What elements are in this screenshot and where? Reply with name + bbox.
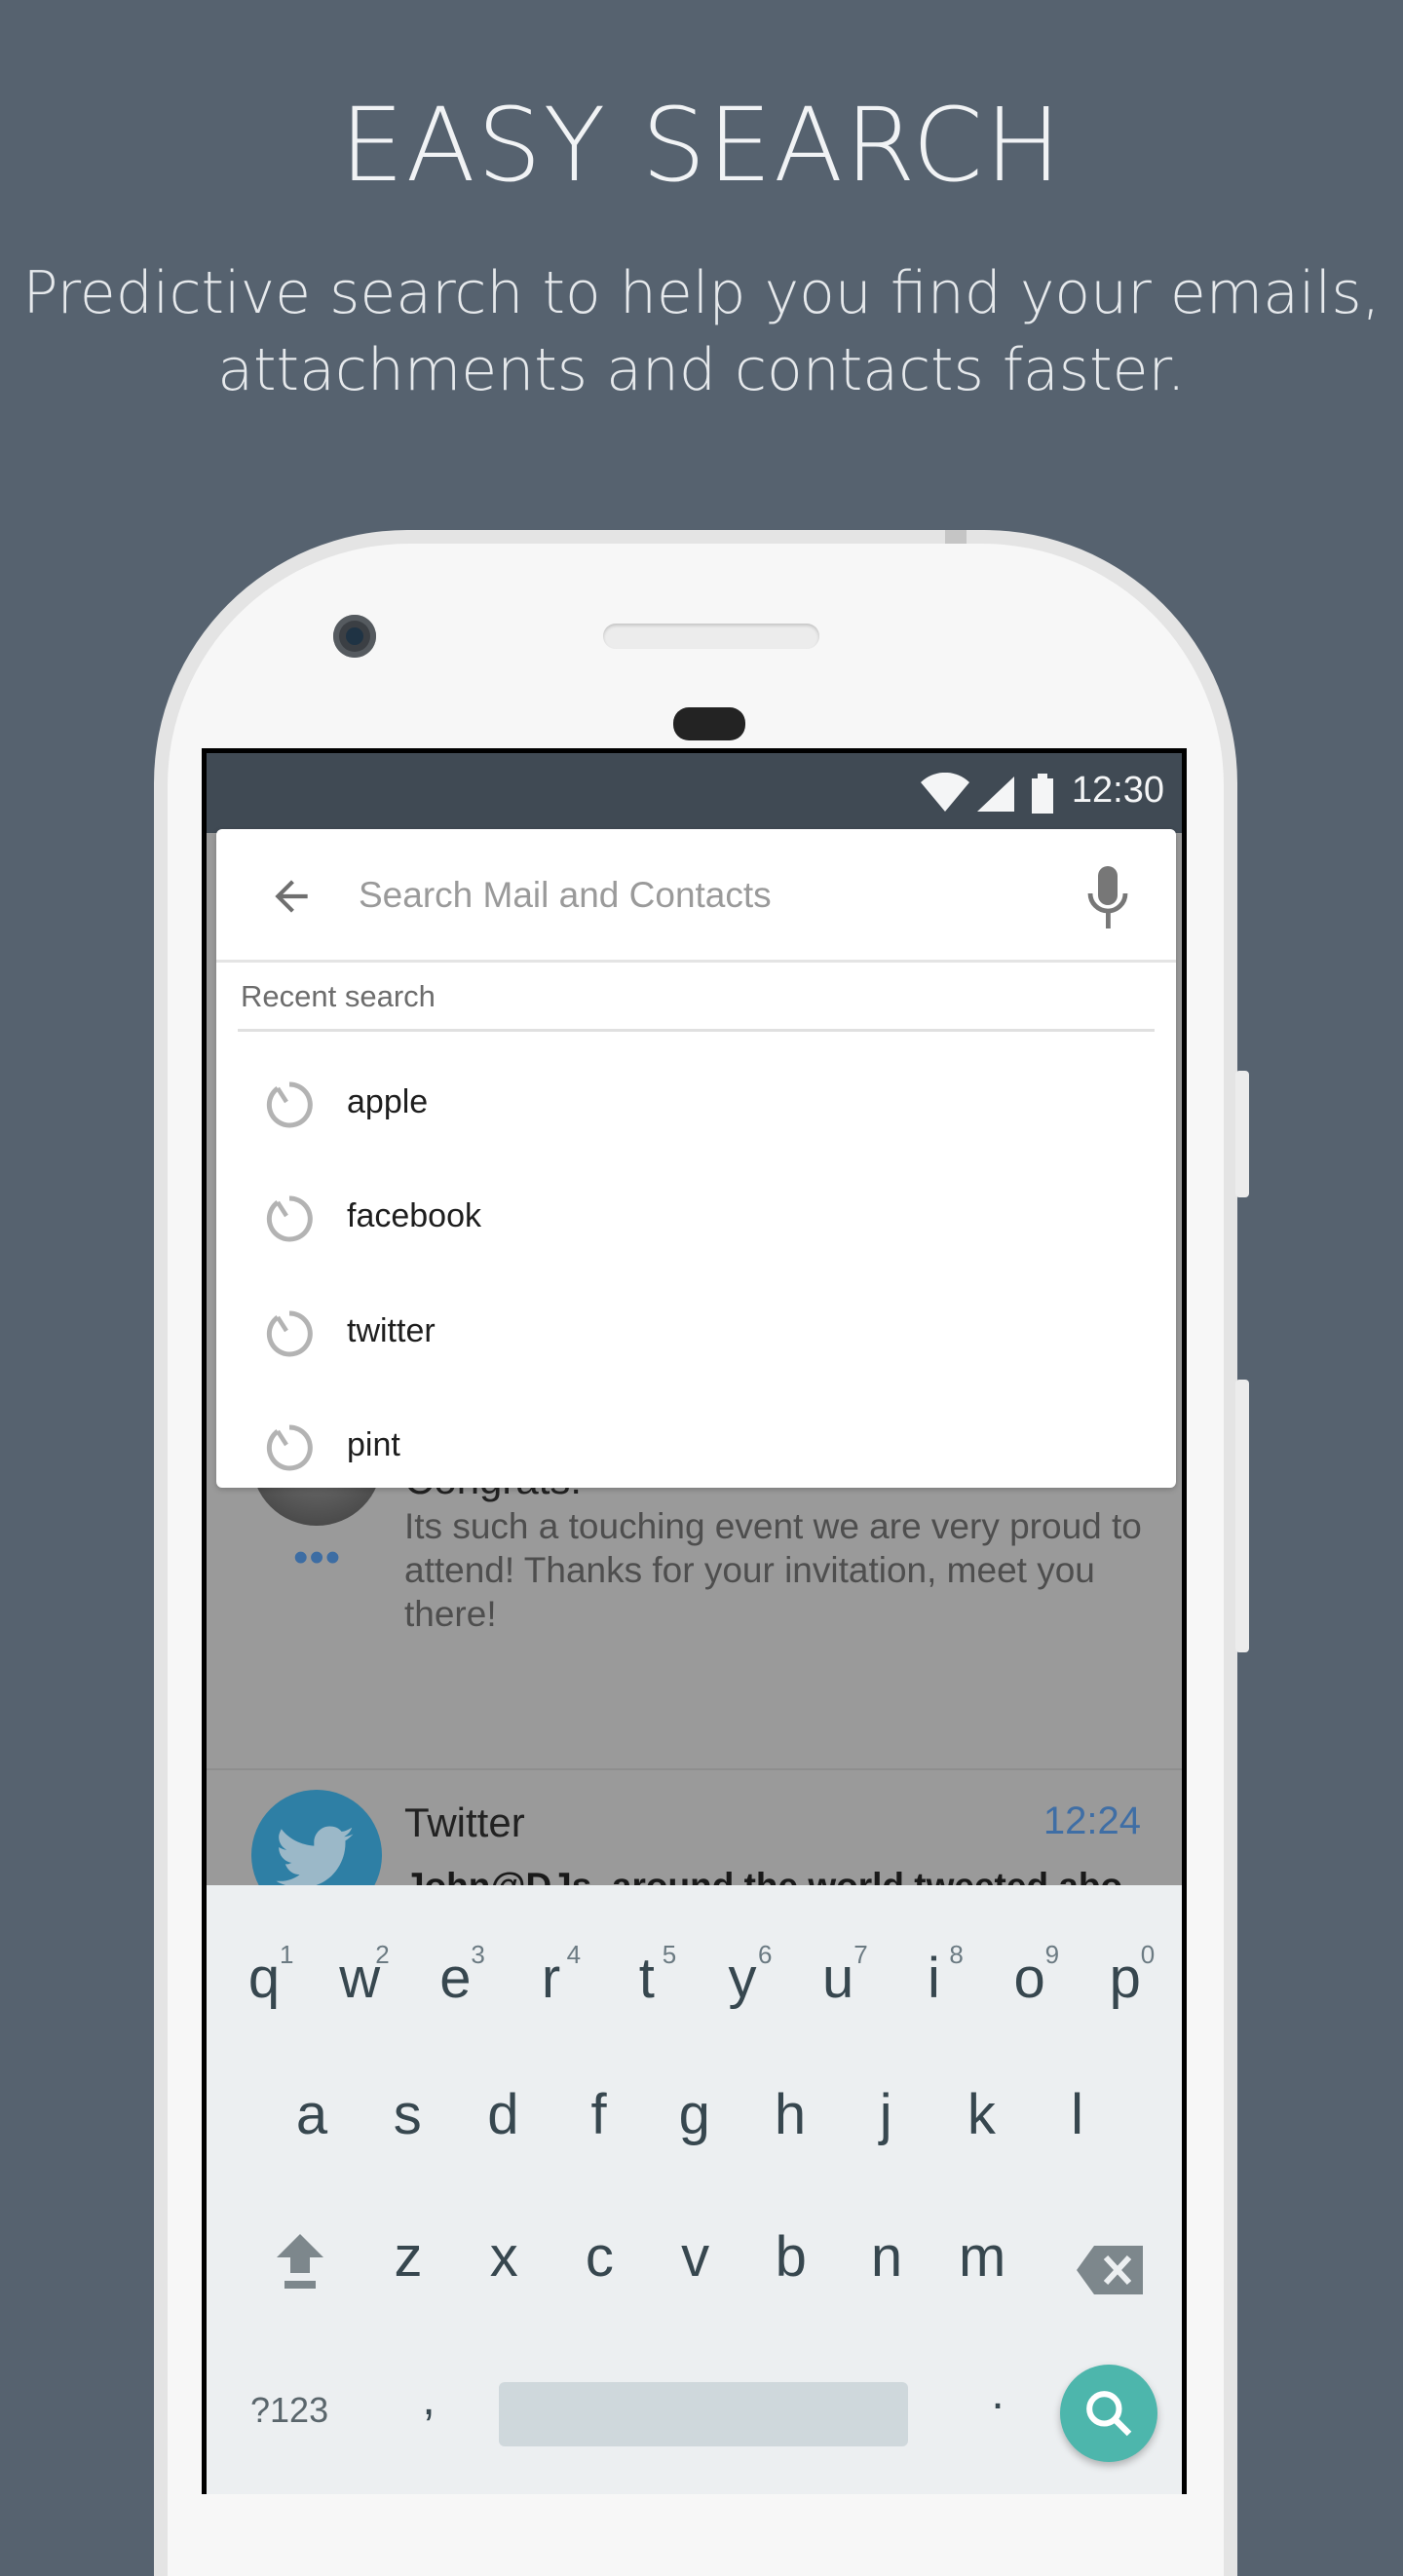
search-bar (216, 829, 1176, 963)
key-s[interactable]: s (368, 2082, 446, 2147)
key-a[interactable]: a (273, 2082, 351, 2147)
key-c[interactable]: c (560, 2224, 638, 2290)
symbols-key[interactable]: ?123 (250, 2390, 328, 2431)
key-number-hint: 3 (471, 1940, 485, 1969)
key-b[interactable]: b (752, 2224, 830, 2290)
app-content: 12:30 Congrats! ••• Its such a touching … (207, 753, 1182, 2494)
history-icon (266, 1424, 313, 1471)
promo-title: EASY SEARCH (339, 86, 1064, 205)
key-k[interactable]: k (942, 2082, 1020, 2147)
more-options-icon[interactable]: ••• (293, 1536, 341, 1579)
key-x[interactable]: x (465, 2224, 543, 2290)
power-button (1235, 1380, 1249, 1652)
recent-search-header: Recent search (241, 979, 436, 1013)
cell-signal-icon (977, 777, 1014, 812)
comma-key[interactable]: , (390, 2372, 468, 2426)
recent-search-item[interactable]: twitter (216, 1277, 1176, 1390)
key-number-hint: 6 (758, 1940, 773, 1969)
history-icon (266, 1310, 313, 1357)
recent-search-item[interactable]: pint (216, 1391, 1176, 1504)
proximity-sensor (673, 707, 745, 740)
key-number-hint: 9 (1044, 1940, 1060, 1969)
history-icon (266, 1081, 313, 1128)
search-input[interactable] (357, 864, 1043, 927)
key-v[interactable]: v (657, 2224, 735, 2290)
soft-keyboard: q1w2e3r4t5y6u7i8o9p0 asdfghjkl zxcvbnm ?… (207, 1885, 1182, 2494)
wifi-icon (921, 773, 969, 812)
mail-preview: Its such a touching event we are very pr… (404, 1506, 1142, 1634)
key-n[interactable]: n (848, 2224, 926, 2290)
volume-button (1235, 1071, 1249, 1197)
recent-search-label: pint (347, 1426, 400, 1463)
history-icon (266, 1195, 313, 1242)
promo-subtitle-line-2: attachments and contacts faster. (217, 336, 1186, 404)
search-panel: Recent search apple facebook (216, 829, 1176, 1488)
key-h[interactable]: h (751, 2082, 829, 2147)
key-f[interactable]: f (560, 2082, 638, 2147)
mail-sender: Twitter (404, 1799, 525, 1845)
recent-search-item[interactable]: apple (216, 1048, 1176, 1161)
key-g[interactable]: g (656, 2082, 734, 2147)
key-number-hint: 7 (853, 1940, 868, 1969)
microphone-icon[interactable] (1086, 866, 1129, 928)
key-number-hint: 5 (662, 1940, 677, 1969)
recent-search-item[interactable]: facebook (216, 1162, 1176, 1275)
key-number-hint: 2 (375, 1940, 390, 1969)
status-icons (921, 773, 1053, 814)
key-z[interactable]: z (369, 2224, 447, 2290)
backspace-icon[interactable] (1077, 2246, 1145, 2294)
shift-icon[interactable] (275, 2234, 325, 2291)
period-key[interactable]: . (959, 2367, 1037, 2420)
key-number-hint: 4 (566, 1940, 582, 1969)
space-bar[interactable] (499, 2382, 908, 2446)
phone-antenna-seam (945, 530, 967, 544)
key-number-hint: 1 (280, 1940, 294, 1969)
key-number-hint: 8 (949, 1940, 964, 1969)
mail-time: 12:24 (1043, 1799, 1141, 1842)
promo-subtitle-line-1: Predictive search to help you find your … (22, 259, 1381, 327)
search-action-button[interactable] (1060, 2365, 1157, 2462)
recent-search-label: facebook (347, 1197, 481, 1234)
status-bar: 12:30 (207, 753, 1182, 833)
key-m[interactable]: m (943, 2224, 1021, 2290)
key-d[interactable]: d (464, 2082, 542, 2147)
recent-search-label: twitter (347, 1312, 436, 1349)
battery-icon (1032, 774, 1053, 814)
key-l[interactable]: l (1039, 2082, 1117, 2147)
phone-screen: 12:30 Congrats! ••• Its such a touching … (202, 748, 1187, 2494)
front-camera-icon (333, 615, 376, 658)
search-icon (1086, 2391, 1132, 2437)
recent-search-label: apple (347, 1083, 429, 1120)
mail-list-item[interactable]: Congrats! ••• Its such a touching event … (207, 1395, 1182, 1770)
divider (238, 1029, 1155, 1032)
key-j[interactable]: j (847, 2082, 925, 2147)
key-number-hint: 0 (1140, 1940, 1156, 1969)
status-time: 12:30 (1071, 770, 1164, 811)
arrow-back-icon[interactable] (267, 872, 316, 921)
earpiece-speaker (603, 624, 819, 649)
